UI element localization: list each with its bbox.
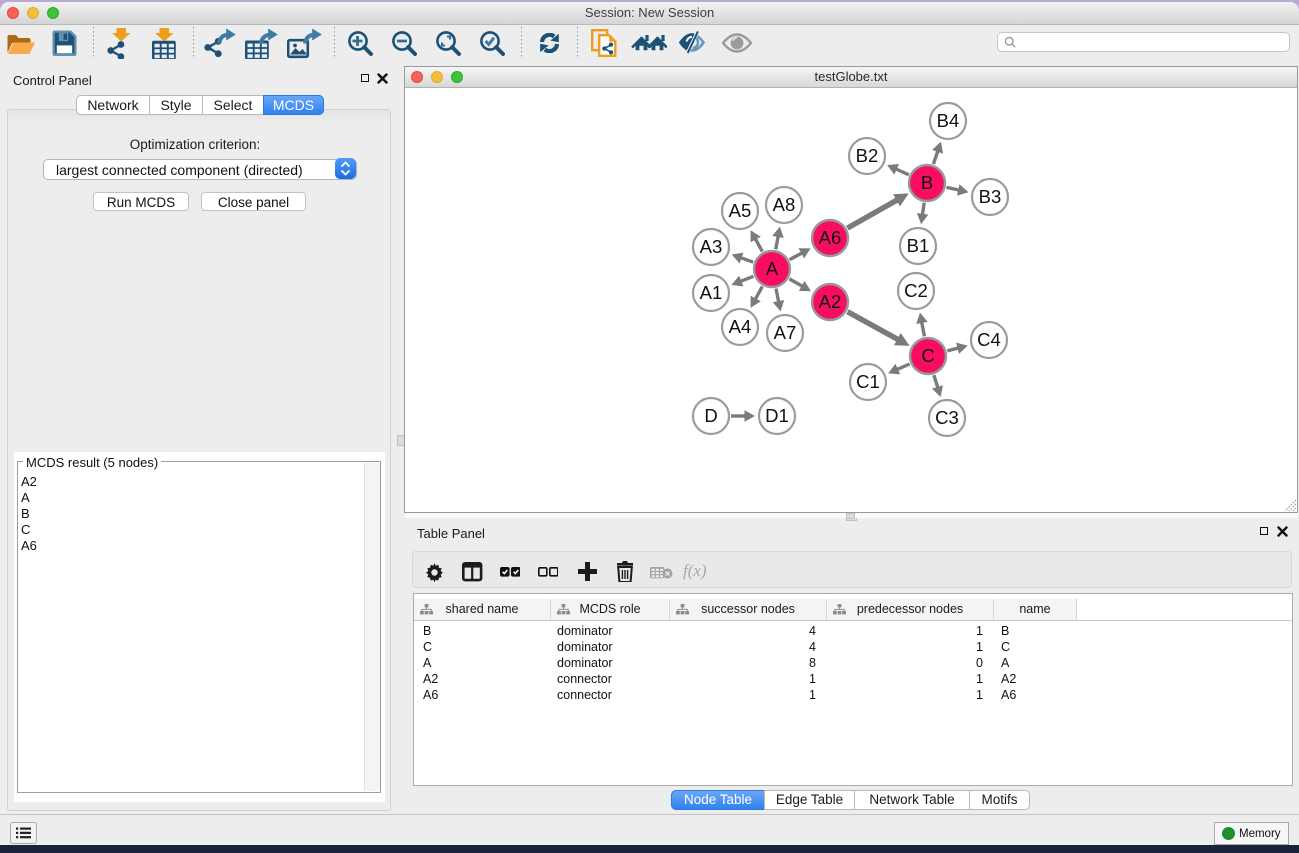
svg-text:A6: A6 [819, 227, 842, 248]
svg-text:D1: D1 [765, 405, 789, 426]
svg-text:A3: A3 [700, 236, 723, 257]
svg-text:D: D [704, 405, 717, 426]
svg-text:B: B [921, 172, 933, 193]
svg-text:C2: C2 [904, 280, 928, 301]
svg-text:A8: A8 [773, 194, 796, 215]
svg-text:B4: B4 [937, 110, 960, 131]
svg-text:A1: A1 [700, 282, 723, 303]
svg-text:A7: A7 [774, 322, 797, 343]
svg-text:A: A [766, 258, 779, 279]
svg-text:A2: A2 [819, 291, 842, 312]
svg-text:C: C [921, 345, 934, 366]
svg-text:A5: A5 [729, 200, 752, 221]
svg-text:B3: B3 [979, 186, 1002, 207]
svg-text:C1: C1 [856, 371, 880, 392]
svg-text:C4: C4 [977, 329, 1001, 350]
svg-text:B2: B2 [856, 145, 879, 166]
svg-text:A4: A4 [729, 316, 752, 337]
svg-text:B1: B1 [907, 235, 930, 256]
svg-text:C3: C3 [935, 407, 959, 428]
